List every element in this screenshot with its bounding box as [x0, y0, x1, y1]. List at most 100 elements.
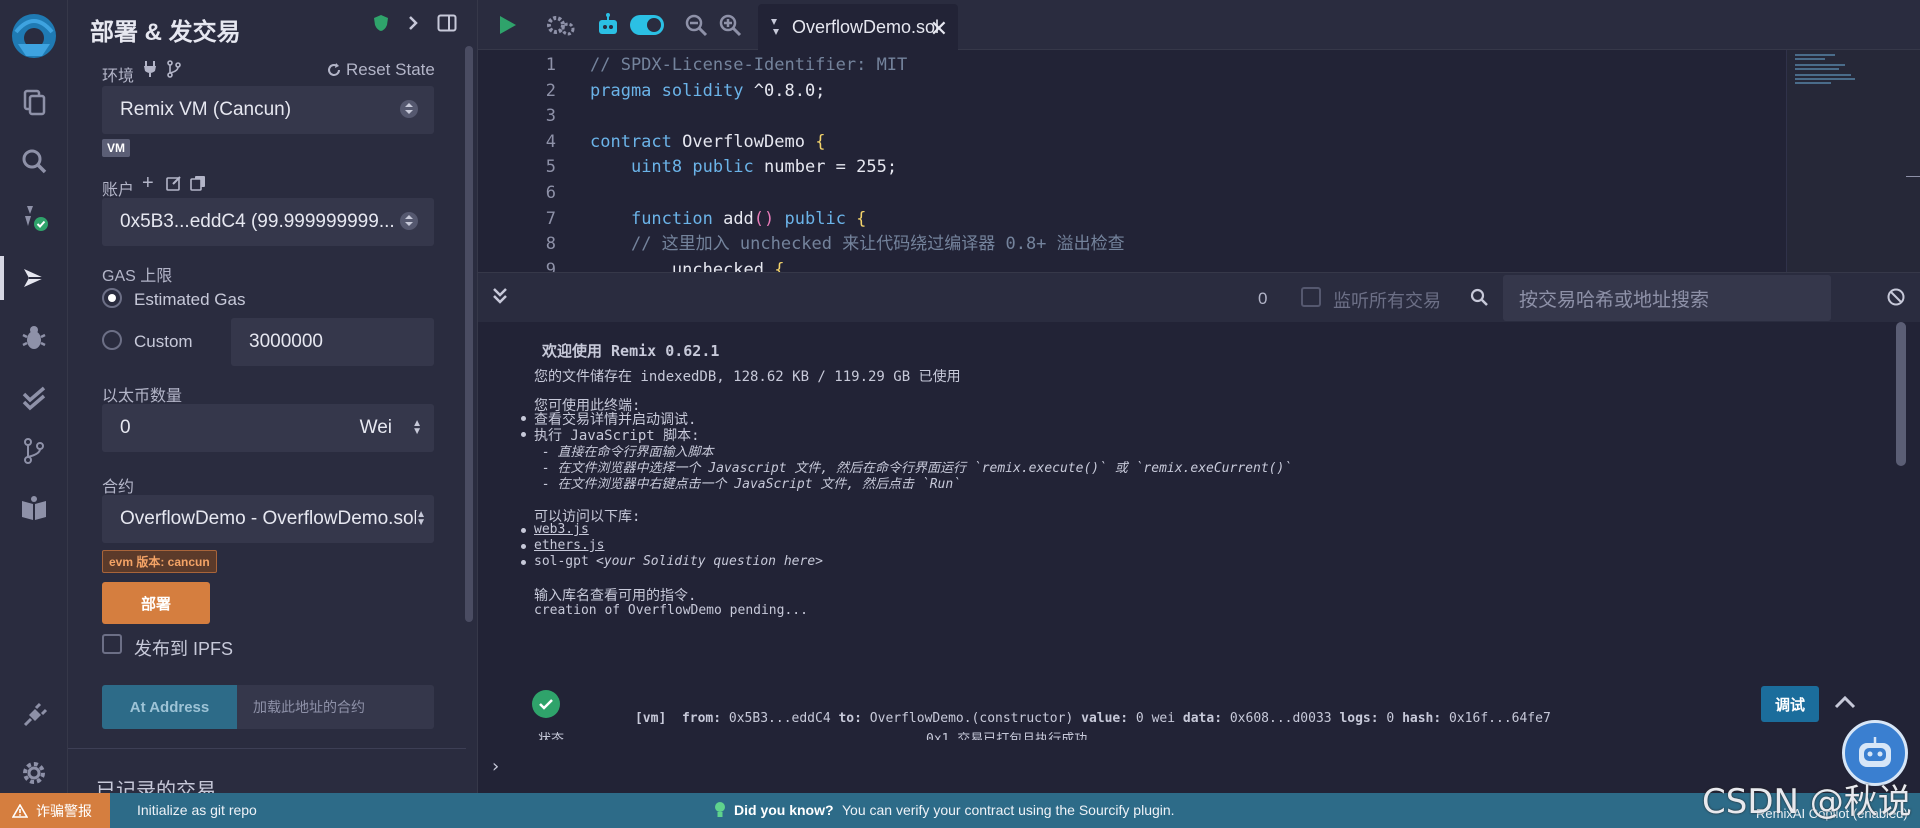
tx-from-label: from: [681, 711, 722, 726]
panel-toggle-icon[interactable] [437, 14, 457, 37]
remix-logo-icon[interactable] [6, 8, 62, 64]
edit-icon[interactable] [166, 175, 182, 196]
value-unit-select[interactable]: Wei [360, 417, 392, 439]
learneth-icon[interactable] [14, 489, 54, 529]
recorded-transactions-header[interactable]: 已记录的交易 [96, 774, 216, 793]
web3-link[interactable]: web3.js [534, 522, 589, 537]
copy-icon[interactable] [190, 175, 206, 196]
line-code: // SPDX-License-Identifier: MIT [590, 55, 908, 75]
value-input[interactable]: 0 Wei ▲ ▼ [102, 404, 434, 452]
search-icon[interactable] [14, 141, 54, 181]
ethers-link[interactable]: ethers.js [534, 538, 604, 553]
at-address-input[interactable]: 加载此地址的合约 [237, 685, 434, 729]
scam-alert-button[interactable]: 诈骗警报 [0, 793, 110, 828]
git-icon[interactable] [14, 431, 54, 471]
terminal-prompt-icon[interactable]: › [490, 756, 501, 777]
remix-ide: 部署 & 发交易 环境 Reset State Remix VM (Cancun… [0, 0, 1920, 828]
code-editor[interactable]: 1 // SPDX-License-Identifier: MIT 2 pragma … [478, 50, 1920, 272]
custom-gas-radio[interactable] [102, 330, 122, 350]
line-code: pragma solidity ^0.8.0; [590, 80, 826, 101]
publish-ipfs-checkbox[interactable] [102, 634, 122, 654]
code-line[interactable]: 9 unchecked { [478, 257, 1778, 272]
account-select[interactable]: 0x5B3...eddC4 (99.999999999... [102, 198, 434, 246]
solgpt-label: sol-gpt [534, 554, 589, 569]
ai-toggle-switch[interactable] [630, 10, 664, 40]
settings-icon[interactable] [14, 753, 54, 793]
deploy-run-icon[interactable] [14, 258, 54, 298]
estimated-gas-label: Estimated Gas [134, 290, 246, 309]
code-line[interactable]: 4 contract OverflowDemo { [478, 129, 1778, 155]
value-label: 以太币数量 [102, 388, 183, 405]
close-icon[interactable]: ✕ [930, 16, 948, 42]
unit-arrows-icon: ▲ ▼ [412, 418, 422, 437]
gas-limit-input[interactable]: 3000000 [231, 318, 434, 366]
code-line[interactable]: 3 [478, 103, 1778, 129]
code-line[interactable]: 1 // SPDX-License-Identifier: MIT [478, 52, 1778, 78]
editor-minimap[interactable] [1786, 50, 1906, 272]
tab-overflowdemo-sol[interactable]: OverflowDemo.sol ✕ [758, 4, 958, 50]
debugger-icon[interactable] [14, 318, 54, 358]
tab-label: OverflowDemo.sol [792, 16, 940, 37]
collapse-terminal-icon[interactable] [492, 287, 508, 310]
tx-hash: 0x16f...64fe7 [1449, 711, 1551, 726]
compile-settings-icon[interactable] [546, 10, 576, 40]
git-init-link[interactable]: Initialize as git repo [137, 802, 257, 818]
list-bullet [521, 432, 526, 437]
chevron-right-icon[interactable] [407, 15, 419, 36]
evm-version-badge: evm 版本: cancun [102, 550, 217, 573]
chevron-up-icon[interactable] [1834, 694, 1856, 714]
code-line[interactable]: 7 function add() public { [478, 206, 1778, 232]
panel-scrollbar[interactable] [465, 46, 473, 622]
contract-select[interactable]: OverflowDemo - OverflowDemo.sol ▲ ▼ [102, 495, 434, 543]
code-line[interactable]: 6 [478, 180, 1778, 206]
line-number: 2 [545, 80, 556, 101]
reset-state-button[interactable]: Reset State [326, 60, 435, 80]
active-indicator [0, 256, 4, 300]
at-address-button[interactable]: At Address [102, 685, 237, 729]
clear-terminal-icon[interactable] [1887, 288, 1905, 311]
line-code: unchecked { [671, 259, 785, 272]
panel-title: 部署 & 发交易 [90, 19, 241, 46]
tx-value-label: value: [1081, 711, 1129, 726]
listen-all-checkbox[interactable] [1301, 287, 1321, 307]
plug-icon[interactable] [142, 60, 158, 83]
add-account-icon[interactable]: + [142, 173, 154, 193]
success-check-icon [532, 690, 560, 718]
account-label: 账户 [102, 182, 135, 199]
tx-to-label: to: [838, 711, 862, 726]
csdn-watermark: CSDN @秋说 [1702, 782, 1912, 822]
tx-status-value: 0x1 交易已打包且执行成功 [926, 732, 1088, 740]
zoom-in-icon[interactable] [718, 10, 742, 40]
remix-ai-robot-icon[interactable] [596, 10, 620, 40]
run-icon[interactable] [498, 10, 518, 40]
file-explorer-icon[interactable] [14, 82, 54, 122]
code-line[interactable]: 8 // 这里加入 unchecked 来让代码绕过编译器 0.8+ 溢出检查 [478, 231, 1778, 257]
tx-status-key: 状态 [538, 732, 565, 740]
tx-data-label: data: [1182, 711, 1223, 726]
terminal-search-input[interactable]: 按交易哈希或地址搜索 [1503, 275, 1831, 321]
solidity-compiler-icon[interactable] [14, 197, 54, 237]
zoom-out-icon[interactable] [684, 10, 708, 40]
terminal-scrollbar[interactable] [1896, 322, 1906, 466]
code-line[interactable]: 5 uint8 public number = 255; [478, 154, 1778, 180]
warning-icon [12, 803, 28, 818]
plugin-manager-icon[interactable] [14, 696, 54, 736]
debug-button[interactable]: 调试 [1761, 686, 1819, 722]
terminal-output[interactable]: 欢迎使用 Remix 0.62.1 您的文件储存在 indexedDB, 128… [478, 322, 1920, 793]
testing-icon[interactable] [14, 377, 54, 417]
fork-icon[interactable] [166, 60, 182, 83]
tx-hash-label: hash: [1402, 711, 1442, 726]
account-value: 0x5B3...eddC4 (99.999999999... [120, 211, 395, 232]
line-code: // 这里加入 unchecked 来让代码绕过编译器 0.8+ 溢出检查 [630, 234, 1125, 255]
select-arrows-icon [400, 212, 418, 230]
environment-select[interactable]: Remix VM (Cancun) [102, 86, 434, 134]
editor-scrollbar[interactable] [1906, 50, 1920, 272]
lightbulb-icon [714, 801, 726, 824]
deploy-button[interactable]: 部署 [102, 582, 210, 624]
pending-tx-count: 0 [1258, 289, 1268, 308]
did-you-know-label: Did you know? [734, 802, 834, 818]
deploy-panel: 部署 & 发交易 环境 Reset State Remix VM (Cancun… [68, 0, 478, 793]
estimated-gas-radio[interactable] [102, 288, 122, 308]
code-line[interactable]: 2 pragma solidity ^0.8.0; [478, 78, 1778, 104]
shield-icon[interactable] [373, 14, 389, 37]
